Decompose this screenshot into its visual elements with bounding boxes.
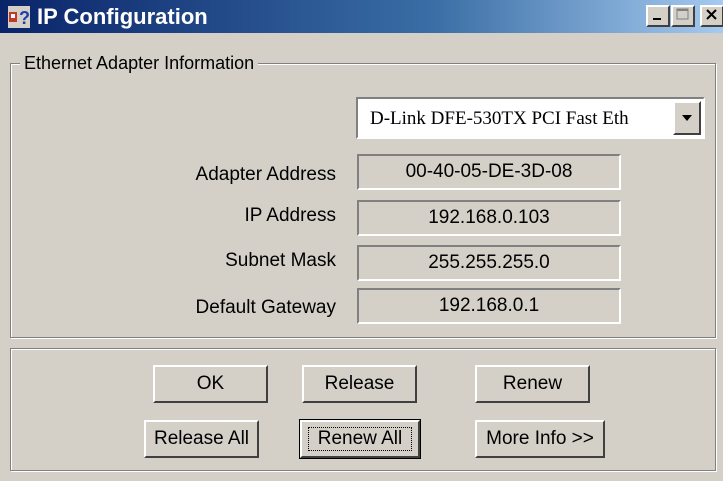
release-all-button[interactable]: Release All [144, 420, 259, 458]
renew-button[interactable]: Renew [475, 365, 590, 403]
svg-text:?: ? [19, 8, 30, 28]
ok-button[interactable]: OK [153, 365, 268, 403]
close-icon [706, 9, 717, 20]
subnet-mask-field: 255.255.255.0 [357, 245, 621, 281]
adapter-select[interactable]: D-Link DFE-530TX PCI Fast Eth [356, 97, 705, 139]
group-legend: Ethernet Adapter Information [20, 53, 259, 73]
minimize-button[interactable] [646, 5, 670, 27]
dropdown-button[interactable] [673, 101, 701, 135]
ip-address-label: IP Address [244, 205, 336, 226]
ip-address-field: 192.168.0.103 [357, 200, 621, 236]
default-gateway-label: Default Gateway [195, 297, 336, 318]
title-bar[interactable]: ? IP Configuration [0, 0, 723, 33]
more-info-button[interactable]: More Info >> [475, 420, 605, 458]
maximize-icon [676, 8, 689, 20]
adapter-select-value: D-Link DFE-530TX PCI Fast Eth [370, 108, 629, 129]
chevron-down-icon [682, 115, 692, 121]
default-gateway-field: 192.168.0.1 [357, 288, 621, 324]
renew-all-button[interactable]: Renew All [299, 419, 421, 459]
subnet-mask-label: Subnet Mask [225, 250, 336, 271]
adapter-address-field: 00-40-05-DE-3D-08 [357, 154, 621, 190]
network-question-icon: ? [8, 6, 30, 28]
ip-configuration-window: ? IP Configuration Ethernet Adapter Info… [0, 0, 723, 481]
adapter-address-label: Adapter Address [195, 164, 336, 185]
release-button[interactable]: Release [302, 365, 417, 403]
close-button[interactable] [700, 5, 723, 27]
focus-ring [308, 427, 412, 451]
window-title: IP Configuration [37, 4, 208, 29]
minimize-icon [653, 18, 661, 20]
maximize-button[interactable] [671, 5, 695, 27]
